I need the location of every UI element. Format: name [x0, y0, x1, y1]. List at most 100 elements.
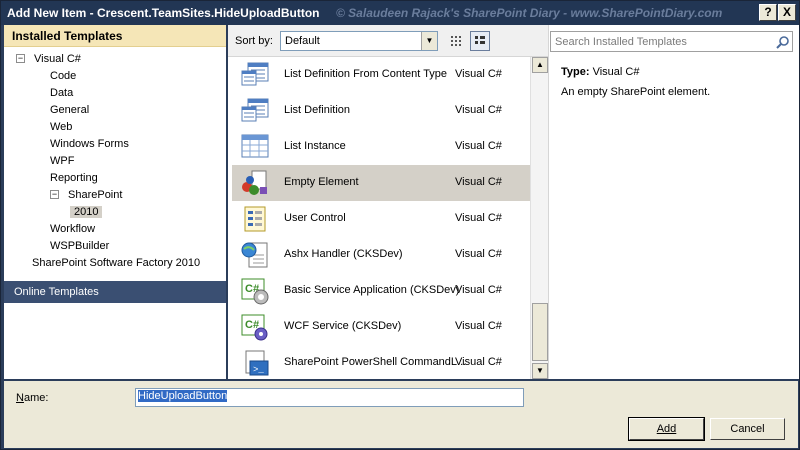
template-name: User Control [284, 212, 346, 224]
tree-item[interactable]: Workflow [50, 221, 95, 237]
template-language: Visual C# [455, 176, 502, 188]
template-name: WCF Service (CKSDev) [284, 320, 402, 332]
tree-item[interactable]: − Visual C# [16, 51, 81, 67]
tree-item-label: Code [50, 70, 77, 82]
tree-item-label: Reporting [50, 172, 98, 184]
template-row[interactable]: Ashx Handler (CKSDev) Visual C# [232, 237, 530, 273]
search-input[interactable] [551, 32, 771, 51]
template-row[interactable]: List Instance Visual C# [232, 129, 530, 165]
template-name: Basic Service Application (CKSDev) [284, 284, 460, 296]
tree-item-label: Web [50, 121, 73, 133]
name-bar: Name: HideUploadButton Add Cancel [4, 381, 798, 448]
tree-item[interactable]: Code [50, 68, 76, 84]
tree-item-label: SharePoint [68, 189, 123, 201]
template-list: List Definition From Content Type Visual … [228, 57, 530, 379]
template-row[interactable]: >_ SharePoint PowerShell CommandL... Visua… [232, 345, 530, 379]
collapse-icon[interactable]: − [16, 54, 25, 63]
template-type: Type: Visual C# [561, 66, 639, 78]
watermark: © Salaudeen Rajack's SharePoint Diary - … [336, 6, 723, 20]
name-input[interactable]: HideUploadButton [135, 388, 524, 407]
help-button[interactable]: ? [759, 4, 777, 21]
sort-by-value: Default [285, 35, 320, 47]
search-icon[interactable] [776, 35, 790, 49]
svg-text:>_: >_ [253, 365, 264, 375]
sort-toolbar: Sort by: Default ▼ [228, 25, 548, 57]
small-icons-view-button[interactable] [446, 31, 466, 51]
template-name: Ashx Handler (CKSDev) [284, 248, 403, 260]
cancel-button[interactable]: Cancel [710, 418, 785, 440]
template-language: Visual C# [455, 140, 502, 152]
template-row[interactable]: User Control Visual C# [232, 201, 530, 237]
medium-icons-view-button[interactable] [470, 31, 490, 51]
tree-item-label: Data [50, 87, 74, 99]
powershell-icon: >_ [240, 349, 270, 377]
add-button[interactable]: Add [628, 417, 705, 441]
template-language: Visual C# [455, 284, 502, 296]
template-name: SharePoint PowerShell CommandL... [284, 356, 467, 368]
template-row[interactable]: C# WCF Service (CKSDev) Visual C# [232, 309, 530, 345]
template-language: Visual C# [455, 320, 502, 332]
user-control-icon [240, 205, 270, 233]
template-name: List Instance [284, 140, 346, 152]
tree-item[interactable]: WPF [50, 153, 74, 169]
add-button-label: Add [656, 423, 677, 435]
name-label: Name: [16, 392, 49, 404]
template-name: List Definition From Content Type [284, 68, 448, 80]
name-value: HideUploadButton [138, 390, 228, 402]
template-name: List Definition [284, 104, 351, 116]
scroll-down-button[interactable]: ▼ [532, 363, 548, 379]
template-language: Visual C# [455, 104, 502, 116]
template-description: An empty SharePoint element. [561, 86, 711, 98]
tree-item-label: Windows Forms [50, 138, 129, 150]
title-bar[interactable]: Add New Item - Crescent.TeamSites.HideUp… [1, 1, 799, 25]
template-list-scrollbar[interactable]: ▲ ▼ [530, 57, 548, 379]
online-templates-header[interactable]: Online Templates [4, 281, 226, 303]
list-icon [240, 61, 270, 89]
small-icons-icon [451, 36, 461, 46]
template-name: Empty Element [284, 176, 359, 188]
tree-item[interactable]: Data [50, 85, 73, 101]
csharp-service-icon: C# [240, 277, 270, 305]
tree-item[interactable]: Windows Forms [50, 136, 129, 152]
tree-item[interactable]: 2010 [70, 204, 103, 220]
close-button[interactable]: X [778, 4, 796, 21]
tree-item-label: SharePoint Software Factory 2010 [32, 257, 201, 269]
tree-item[interactable]: Web [50, 119, 72, 135]
search-box [550, 31, 793, 52]
tree-item-label: Workflow [50, 223, 96, 235]
template-row[interactable]: Empty Element Visual C# [232, 165, 530, 201]
tree-item-label: General [50, 104, 90, 116]
globe-page-icon [240, 241, 270, 269]
tree-item[interactable]: WSPBuilder [50, 238, 109, 254]
tree-item-label: WSPBuilder [50, 240, 110, 252]
tree-item[interactable]: SharePoint Software Factory 2010 [32, 255, 200, 271]
type-value: Visual C# [592, 66, 640, 78]
scroll-thumb[interactable] [532, 303, 548, 361]
sort-by-select[interactable]: Default ▼ [280, 31, 438, 51]
sharepoint-element-icon [240, 169, 270, 197]
template-language: Visual C# [455, 248, 502, 260]
sort-by-label: Sort by: [235, 35, 273, 47]
template-row[interactable]: List Definition Visual C# [232, 93, 530, 129]
installed-templates-header[interactable]: Installed Templates [4, 25, 226, 47]
template-row[interactable]: C# Basic Service Application (CKSDev) Visu… [232, 273, 530, 309]
list-icon [240, 97, 270, 125]
csharp-gear-icon: C# [240, 313, 270, 341]
window-title: Add New Item - Crescent.TeamSites.HideUp… [7, 6, 320, 20]
template-list-pane: Sort by: Default ▼ List Definition From … [228, 25, 548, 379]
table-icon [240, 133, 270, 161]
template-details-pane: Type: Visual C# An empty SharePoint elem… [548, 25, 799, 379]
tree-item[interactable]: Reporting [50, 170, 98, 186]
tree-item[interactable]: − SharePoint [50, 187, 122, 203]
scroll-up-button[interactable]: ▲ [532, 57, 548, 73]
template-language: Visual C# [455, 212, 502, 224]
template-row[interactable]: List Definition From Content Type Visual … [232, 57, 530, 93]
tree-item[interactable]: General [50, 102, 89, 118]
medium-icons-icon [475, 36, 485, 44]
template-language: Visual C# [455, 356, 502, 368]
type-label: Type: [561, 66, 590, 78]
chevron-down-icon[interactable]: ▼ [421, 32, 437, 50]
tree-item-label: Visual C# [34, 53, 81, 65]
add-new-item-dialog: Add New Item - Crescent.TeamSites.HideUp… [0, 0, 800, 450]
collapse-icon[interactable]: − [50, 190, 59, 199]
